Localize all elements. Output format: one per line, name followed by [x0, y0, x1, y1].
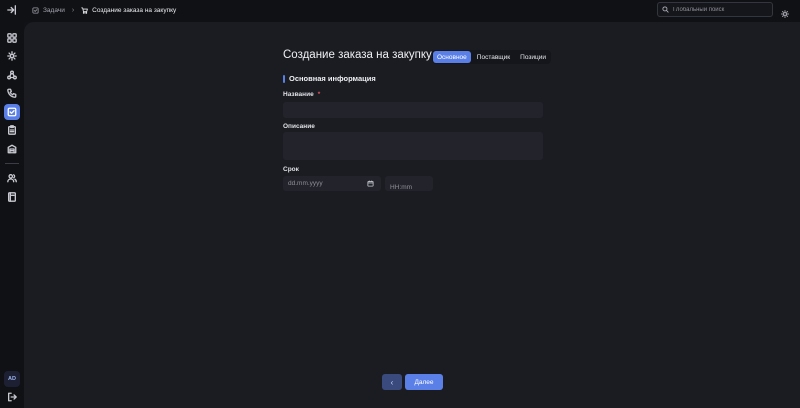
settings-cog-icon[interactable]	[4, 48, 20, 64]
avatar[interactable]: AD	[4, 371, 20, 387]
time-field[interactable]	[385, 176, 433, 195]
name-field[interactable]	[283, 102, 543, 122]
calendar-icon[interactable]	[367, 180, 375, 188]
phone-icon[interactable]	[4, 85, 20, 101]
topbar: Задачи › Создание заказа на закупку	[24, 0, 800, 22]
section-title: Основная информация	[289, 74, 376, 83]
tab-supplier[interactable]: Поставщик	[473, 51, 514, 63]
date-input[interactable]	[283, 176, 367, 191]
dashboard-icon[interactable]	[4, 30, 20, 46]
due-label: Срок	[283, 166, 299, 173]
main-panel: Создание заказа на закупку Основное Пост…	[24, 22, 800, 408]
clipboard-icon[interactable]	[4, 122, 20, 138]
breadcrumb-item-tasks[interactable]: Задачи	[43, 7, 65, 14]
search-input[interactable]	[673, 6, 769, 13]
tab-main[interactable]: Основное	[433, 51, 471, 63]
cart-icon	[81, 6, 88, 14]
network-icon[interactable]	[4, 67, 20, 83]
users-icon[interactable]	[4, 170, 20, 186]
logout-icon[interactable]	[4, 389, 20, 405]
page-title: Создание заказа на закупку	[283, 49, 432, 61]
search-icon	[662, 6, 669, 13]
chevron-left-icon: ‹	[390, 377, 394, 387]
avatar-initials: AD	[8, 376, 16, 382]
book-icon[interactable]	[4, 189, 20, 205]
description-input[interactable]	[283, 132, 543, 160]
collapse-menu-icon[interactable]	[4, 2, 20, 18]
breadcrumb: Задачи › Создание заказа на закупку	[32, 4, 176, 16]
tasks-icon	[32, 6, 39, 14]
tab-bar: Основное Поставщик Позиции	[432, 50, 551, 64]
description-field[interactable]	[283, 132, 543, 160]
sidebar-divider	[5, 163, 19, 164]
tasks-icon[interactable]	[4, 104, 20, 120]
back-button[interactable]: ‹	[382, 374, 402, 390]
next-button[interactable]: Далее	[405, 374, 443, 390]
storage-icon[interactable]	[4, 141, 20, 157]
breadcrumb-item-current: Создание заказа на закупку	[92, 6, 177, 14]
section-header: Основная информация	[283, 74, 376, 83]
name-label: Название *	[283, 91, 320, 98]
tab-positions[interactable]: Позиции	[516, 51, 550, 63]
name-input[interactable]	[283, 105, 543, 122]
date-field[interactable]	[283, 176, 381, 191]
name-label-text: Название	[283, 91, 314, 98]
description-label: Описание	[283, 123, 315, 130]
global-search[interactable]	[657, 2, 773, 17]
sidebar: AD	[0, 0, 24, 408]
section-accent-bar	[283, 74, 285, 83]
chevron-right-icon: ›	[71, 6, 75, 14]
required-marker: *	[317, 91, 321, 98]
time-input[interactable]	[385, 180, 433, 195]
theme-toggle-icon[interactable]	[781, 5, 789, 18]
